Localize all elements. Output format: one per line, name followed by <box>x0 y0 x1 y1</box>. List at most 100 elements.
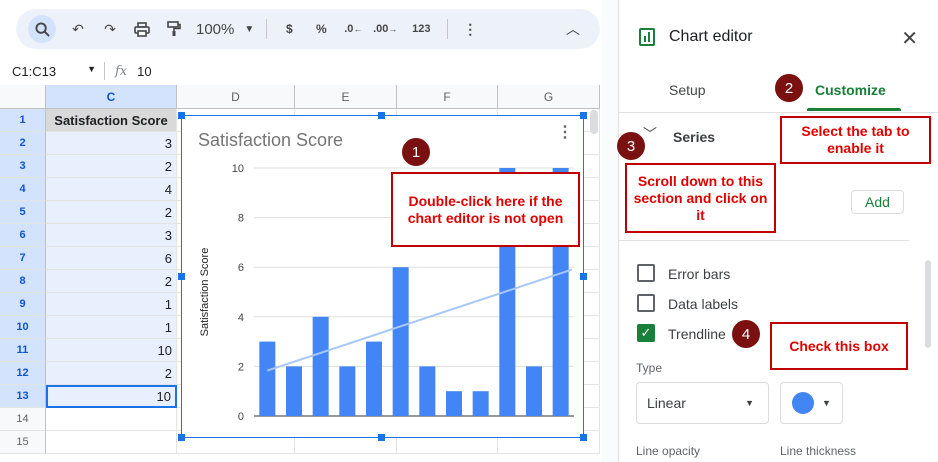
column-header-d[interactable]: D <box>177 85 295 109</box>
collapse-toolbar-button[interactable]: ︿ <box>566 19 580 39</box>
row-header-6[interactable]: 6 <box>0 224 46 247</box>
corner-cell[interactable] <box>0 85 46 109</box>
resize-handle[interactable] <box>178 112 185 119</box>
bar-1 <box>259 341 276 416</box>
y-tick-label: 6 <box>238 262 244 274</box>
data-cell[interactable]: 10 <box>46 339 177 362</box>
column-header-f[interactable]: F <box>397 85 498 109</box>
row-header-15[interactable]: 15 <box>0 431 46 454</box>
percent-format-button[interactable]: % <box>307 15 335 43</box>
add-series-button[interactable]: Add <box>851 190 904 214</box>
data-cell[interactable]: 1 <box>46 293 177 316</box>
currency-format-button[interactable]: $ <box>275 15 303 43</box>
section-divider <box>619 240 909 241</box>
chart-plot: 0 2 4 6 8 10 Satisfaction Score <box>199 163 574 423</box>
data-cell[interactable]: 3 <box>46 132 177 155</box>
row-header-7[interactable]: 7 <box>0 247 46 270</box>
formula-bar: C1:C13 ▼ fx 10 <box>0 58 602 84</box>
undo-icon: ↶ <box>72 20 84 37</box>
row-header-9[interactable]: 9 <box>0 293 46 316</box>
column-header-cell[interactable]: Satisfaction Score <box>46 109 177 132</box>
percent-label: % <box>315 22 327 36</box>
sheet-scrollbar[interactable] <box>590 110 598 134</box>
row-header-8[interactable]: 8 <box>0 270 46 293</box>
resize-handle[interactable] <box>178 434 185 441</box>
increase-decimal-label: .00 <box>373 23 389 35</box>
increase-decimal-button[interactable]: .00 → <box>371 15 399 43</box>
trendline-color-select[interactable]: ▼ <box>780 382 843 424</box>
y-tick-label: 8 <box>238 213 244 225</box>
y-tick-label: 10 <box>232 163 244 175</box>
active-tab-indicator <box>807 108 901 111</box>
step-badge-3: 3 <box>616 131 646 161</box>
resize-handle[interactable] <box>378 434 385 441</box>
paint-format-button[interactable] <box>160 15 188 43</box>
y-axis-label: Satisfaction Score <box>199 248 211 337</box>
zoom-select[interactable]: 100% ▼ <box>196 15 254 43</box>
line-thickness-label: Line thickness <box>780 444 857 458</box>
decrease-decimal-label: .0 <box>344 23 354 35</box>
row-header-1[interactable]: 1 <box>0 109 46 132</box>
panel-title: Chart editor <box>669 28 753 45</box>
redo-button[interactable]: ↷ <box>96 15 124 43</box>
data-cell[interactable]: 6 <box>46 247 177 270</box>
name-box[interactable]: C1:C13 ▼ <box>0 64 104 79</box>
data-cell[interactable]: 1 <box>46 316 177 339</box>
data-cell[interactable] <box>46 431 177 454</box>
row-header-4[interactable]: 4 <box>0 178 46 201</box>
row-header-14[interactable]: 14 <box>0 408 46 431</box>
bar-5 <box>366 341 382 416</box>
type-label: Type <box>636 361 663 375</box>
column-header-e[interactable]: E <box>295 85 397 109</box>
row-header-13[interactable]: 13 <box>0 385 46 408</box>
spreadsheet-area: ↶ ↷ 100% ▼ $ % .0 ← .00 → 123 ⋮ ︿ C1:C13 ▼… <box>0 0 602 462</box>
more-options-button[interactable]: ⋮ <box>456 15 484 43</box>
more-vert-icon: ⋮ <box>463 20 478 37</box>
decrease-decimal-button[interactable]: .0 ← <box>339 15 367 43</box>
error-bars-checkbox[interactable] <box>637 264 655 282</box>
data-cell[interactable]: 2 <box>46 270 177 293</box>
column-header-g[interactable]: G <box>498 85 600 109</box>
undo-button[interactable]: ↶ <box>64 15 92 43</box>
print-icon <box>134 21 150 37</box>
chart[interactable]: Satisfaction Score ⋮ 0 2 4 6 8 10 Satisfaction… <box>178 112 587 441</box>
y-tick-label: 0 <box>238 411 244 423</box>
data-cell[interactable]: 2 <box>46 155 177 178</box>
row-header-12[interactable]: 12 <box>0 362 46 385</box>
tab-customize[interactable]: Customize <box>815 82 886 98</box>
bar-8 <box>446 391 462 416</box>
close-button[interactable]: ✕ <box>901 26 918 51</box>
chevron-down-icon: ▼ <box>244 23 255 35</box>
step-badge-4: 4 <box>731 319 761 349</box>
formula-input[interactable]: 10 <box>137 64 151 79</box>
number-format-button[interactable]: 123 <box>407 15 435 43</box>
search-menu-button[interactable] <box>28 15 56 43</box>
row-header-10[interactable]: 10 <box>0 316 46 339</box>
trendline-type-select[interactable]: Linear ▼ <box>636 382 769 424</box>
tab-setup[interactable]: Setup <box>669 82 706 98</box>
data-cell[interactable]: 3 <box>46 224 177 247</box>
print-button[interactable] <box>128 15 156 43</box>
resize-handle[interactable] <box>580 273 587 280</box>
resize-handle[interactable] <box>580 434 587 441</box>
row-header-5[interactable]: 5 <box>0 201 46 224</box>
data-cell[interactable]: 2 <box>46 201 177 224</box>
row-header-11[interactable]: 11 <box>0 339 46 362</box>
trendline-checkbox[interactable]: ✓ <box>637 324 655 342</box>
section-series[interactable]: Series <box>673 129 715 145</box>
search-icon <box>34 21 50 37</box>
resize-handle[interactable] <box>580 112 587 119</box>
row-header-2[interactable]: 2 <box>0 132 46 155</box>
panel-scrollbar[interactable] <box>925 260 931 348</box>
resize-handle[interactable] <box>378 112 385 119</box>
data-cell[interactable] <box>46 408 177 431</box>
arrow-right-icon: → <box>388 24 398 34</box>
data-labels-checkbox[interactable] <box>637 294 655 312</box>
resize-handle[interactable] <box>178 273 185 280</box>
data-cell[interactable]: 10 <box>46 385 177 408</box>
data-cell[interactable]: 2 <box>46 362 177 385</box>
row-header-3[interactable]: 3 <box>0 155 46 178</box>
column-header-c[interactable]: C <box>46 85 177 109</box>
data-cell[interactable]: 4 <box>46 178 177 201</box>
error-bars-label: Error bars <box>668 266 731 282</box>
